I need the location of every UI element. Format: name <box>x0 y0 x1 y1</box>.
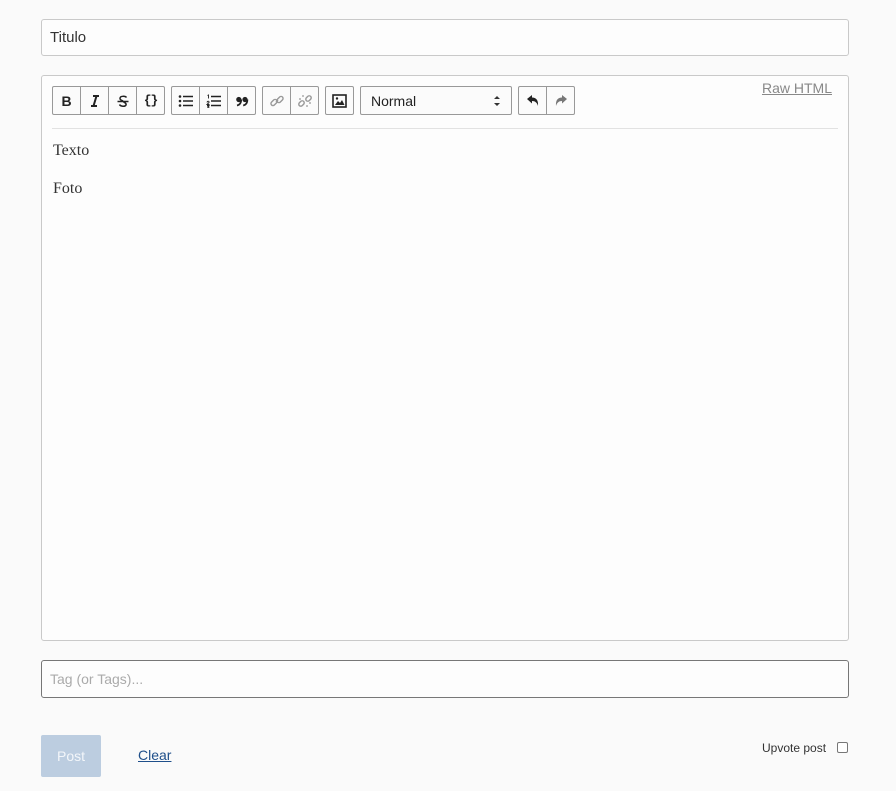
italic-icon <box>90 94 99 107</box>
bullet-list-button[interactable] <box>171 86 200 115</box>
redo-icon <box>555 94 567 106</box>
title-input[interactable] <box>41 19 849 56</box>
blockquote-icon <box>235 96 248 106</box>
strikethrough-button[interactable] <box>108 86 137 115</box>
italic-button[interactable] <box>80 86 109 115</box>
link-button[interactable] <box>262 86 291 115</box>
blockquote-button[interactable] <box>227 86 256 115</box>
link-group <box>262 86 319 115</box>
editor-content[interactable]: Texto Foto <box>53 142 89 218</box>
code-button[interactable]: {} <box>136 86 165 115</box>
image-button[interactable] <box>325 86 354 115</box>
redo-button[interactable] <box>546 86 575 115</box>
undo-icon <box>526 94 538 106</box>
unlink-icon <box>297 94 312 107</box>
format-select[interactable]: Normal <box>360 86 512 115</box>
strikethrough-icon <box>117 95 128 107</box>
block-format-group <box>171 86 256 115</box>
post-button[interactable]: Post <box>41 735 101 777</box>
link-icon <box>269 95 284 106</box>
bold-button[interactable]: B <box>52 86 81 115</box>
content-paragraph: Texto <box>53 142 90 159</box>
code-icon: {} <box>143 93 159 108</box>
editor-toolbar: B {} Normal <box>52 86 581 115</box>
ordered-list-icon <box>205 93 221 108</box>
clear-link[interactable]: Clear <box>138 747 171 763</box>
bold-icon: B <box>61 92 72 109</box>
format-select-value: Normal <box>371 92 417 109</box>
unlink-button[interactable] <box>290 86 319 115</box>
text-style-group: B {} <box>52 86 165 115</box>
ordered-list-button[interactable] <box>199 86 228 115</box>
media-group <box>325 86 354 115</box>
content-paragraph: Foto <box>53 180 83 197</box>
image-icon <box>332 93 347 108</box>
rich-text-editor: Raw HTML B {} Normal Texto Foto <box>41 75 849 641</box>
upvote-label: Upvote post <box>762 741 827 755</box>
bullet-list-icon <box>178 94 193 107</box>
upvote-checkbox[interactable] <box>837 742 848 753</box>
history-group <box>518 86 575 115</box>
raw-html-link[interactable]: Raw HTML <box>762 80 832 96</box>
select-arrows-icon <box>494 95 500 106</box>
undo-button[interactable] <box>518 86 547 115</box>
toolbar-divider <box>52 128 838 129</box>
tags-input[interactable] <box>41 660 849 698</box>
